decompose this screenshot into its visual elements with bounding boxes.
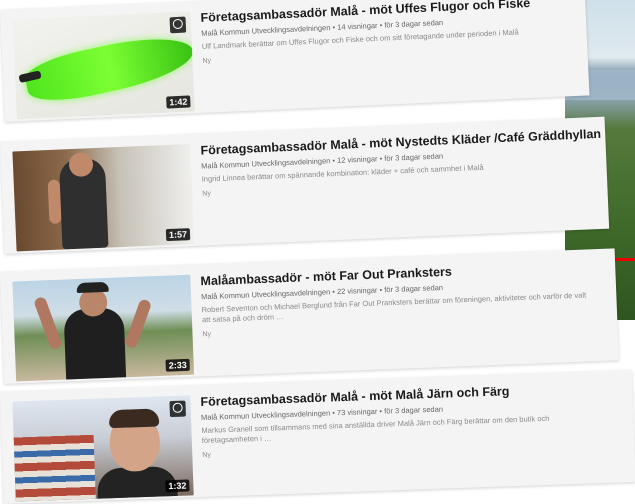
video-result-1[interactable]: 1:42 Företagsambassadör Malå - möt Uffes…: [0, 0, 590, 122]
upload-age: för 3 dagar sedan: [384, 17, 444, 30]
view-count: 22 visningar: [336, 285, 378, 297]
store-shelves: [13, 434, 96, 502]
video-meta: Malåambassadör - möt Far Out Pranksters …: [200, 259, 607, 339]
video-meta: Företagsambassadör Malå - möt Malå Järn …: [200, 380, 624, 459]
video-thumbnail[interactable]: 2:33: [12, 274, 195, 382]
video-duration: 1:32: [165, 479, 190, 493]
clock-icon[interactable]: [169, 16, 187, 34]
video-duration: 2:33: [165, 358, 190, 372]
video-result-2[interactable]: 1:57 Företagsambassadör Malå - möt Nyste…: [0, 116, 610, 254]
upload-age: för 3 dagar sedan: [384, 283, 444, 295]
video-duration: 1:57: [165, 228, 191, 242]
channel-name[interactable]: Malå Kommun Utvecklingsavdelningen: [201, 156, 330, 170]
video-thumbnail[interactable]: 1:57: [12, 144, 195, 252]
video-duration: 1:42: [166, 95, 191, 109]
bearded-man-outdoors: [33, 281, 153, 382]
video-result-3[interactable]: 2:33 Malåambassadör - möt Far Out Pranks…: [0, 248, 619, 384]
view-count: 12 visningar: [336, 154, 378, 165]
upload-age: för 3 dagar sedan: [384, 404, 444, 416]
view-count: 14 visningar: [336, 20, 378, 32]
view-count: 73 visningar: [336, 406, 378, 418]
video-thumbnail[interactable]: 1:42: [12, 11, 195, 120]
video-result-4[interactable]: 1:32 Företagsambassadör Malå - möt Malå …: [0, 369, 635, 504]
video-meta: Företagsambassadör Malå - möt Uffes Flug…: [200, 0, 577, 65]
channel-name[interactable]: Malå Kommun Utvecklingsavdelningen: [201, 287, 330, 301]
woman-in-shop: [47, 152, 109, 250]
upload-age: för 3 dagar sedan: [384, 151, 444, 163]
video-thumbnail[interactable]: 1:32: [12, 395, 194, 502]
man-in-store: [96, 408, 178, 502]
video-meta: Företagsambassadör Malå - möt Nystedts K…: [200, 127, 601, 198]
channel-name[interactable]: Malå Kommun Utvecklingsavdelningen: [201, 408, 330, 422]
clock-icon[interactable]: [169, 400, 186, 418]
channel-name[interactable]: Malå Kommun Utvecklingsavdelningen: [201, 23, 331, 38]
